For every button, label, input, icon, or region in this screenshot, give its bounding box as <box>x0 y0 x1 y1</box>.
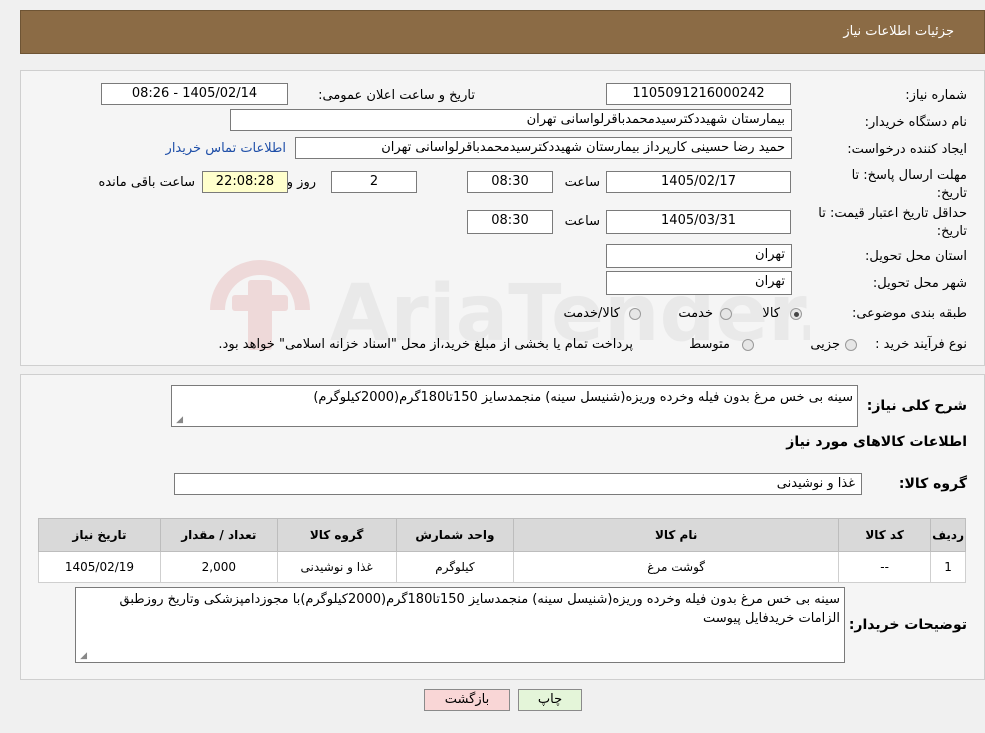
general-desc-text: سینه بی خس مرغ بدون فیله وخرده وریزه(شنی… <box>313 390 853 405</box>
remaining-time-field: 22:08:28 <box>202 171 288 193</box>
need-number-label: شماره نیاز: <box>905 88 967 103</box>
print-button[interactable]: چاپ <box>518 689 582 711</box>
cell-row-number: 1 <box>930 551 966 583</box>
buyer-contact-link[interactable]: اطلاعات تماس خریدار <box>166 141 286 156</box>
city-label: شهر محل تحویل: <box>872 276 967 291</box>
buyer-notes-textarea[interactable]: سینه بی خس مرغ بدون فیله وخرده وریزه(شنی… <box>75 587 845 663</box>
col-header-code: کد کالا <box>837 518 932 552</box>
resize-grip-icon[interactable]: ◢ <box>79 652 87 661</box>
announce-datetime-field: 1405/02/14 - 08:26 <box>101 83 288 105</box>
validity-time-field: 08:30 <box>467 210 553 234</box>
category-radio-goods-service[interactable] <box>629 308 641 320</box>
process-radio-minor[interactable] <box>845 339 857 351</box>
process-radio-medium[interactable] <box>742 339 754 351</box>
page-title: جزئیات اطلاعات نیاز <box>843 24 954 39</box>
buyer-org-field: بیمارستان شهیددکترسیدمحمدباقرلواسانی تهر… <box>230 109 792 131</box>
city-field: تهران <box>606 271 792 295</box>
back-button[interactable]: بازگشت <box>424 689 510 711</box>
col-header-unit: واحد شمارش <box>395 518 515 552</box>
cell-group: غذا و نوشیدنی <box>276 551 397 583</box>
province-label: استان محل تحویل: <box>865 249 967 264</box>
goods-group-label: گروه کالا: <box>898 476 967 492</box>
goods-group-field: غذا و نوشیدنی <box>174 473 862 495</box>
cell-need-date: 1405/02/19 <box>38 551 161 583</box>
buyer-notes-label: توضیحات خریدار: <box>848 617 967 633</box>
deadline-time-field: 08:30 <box>467 171 553 193</box>
col-header-group: گروه کالا <box>276 518 397 552</box>
cell-unit: کیلوگرم <box>395 551 515 583</box>
need-number-field: 1105091216000242 <box>606 83 791 105</box>
buyer-org-label: نام دستگاه خریدار: <box>864 115 967 130</box>
category-radio-service[interactable] <box>720 308 732 320</box>
creator-label: ایجاد کننده درخواست: <box>847 142 967 157</box>
general-desc-label: شرح کلی نیاز: <box>866 398 967 414</box>
cell-item-code: -- <box>837 551 932 583</box>
process-note: پرداخت تمام یا بخشی از مبلغ خرید،از محل … <box>218 337 633 352</box>
province-field: تهران <box>606 244 792 268</box>
deadline-label: مهلت ارسال پاسخ: تا تاریخ: <box>851 168 967 201</box>
validity-time-label: ساعت <box>564 214 600 229</box>
buyer-notes-text: سینه بی خس مرغ بدون فیله وخرده وریزه(شنی… <box>119 592 840 626</box>
category-label: طبقه بندی موضوعی: <box>851 306 967 321</box>
general-desc-textarea[interactable]: سینه بی خس مرغ بدون فیله وخرده وریزه(شنی… <box>171 385 858 427</box>
process-option-minor: جزیی <box>810 337 840 352</box>
remaining-time-label: ساعت باقی مانده <box>98 175 195 190</box>
days-remaining-field: 2 <box>331 171 417 193</box>
category-option-goods: کالا <box>762 306 780 321</box>
category-option-service: خدمت <box>678 306 713 321</box>
cell-item-name: گوشت مرغ <box>513 551 839 583</box>
process-label: نوع فرآیند خرید : <box>875 337 967 352</box>
col-header-quantity: تعداد / مقدار <box>159 518 278 552</box>
process-option-medium: متوسط <box>689 337 730 352</box>
validity-label: حداقل تاریخ اعتبار قیمت: تا تاریخ: <box>818 206 967 239</box>
creator-field: حمید رضا حسینی کارپرداز بیمارستان شهیددک… <box>295 137 792 159</box>
page-header: جزئیات اطلاعات نیاز <box>20 10 985 54</box>
validity-date-field: 1405/03/31 <box>606 210 791 234</box>
deadline-date-field: 1405/02/17 <box>606 171 791 193</box>
goods-info-title: اطلاعات کالاهای مورد نیاز <box>786 434 967 450</box>
col-header-need-date: تاریخ نیاز <box>38 518 161 552</box>
days-label: روز و <box>286 175 316 190</box>
col-header-name: نام کالا <box>513 518 839 552</box>
category-radio-goods[interactable] <box>790 308 802 320</box>
items-table-header: ردیف کد کالا نام کالا واحد شمارش گروه کا… <box>38 518 966 552</box>
deadline-time-label: ساعت <box>564 175 600 190</box>
items-table: ردیف کد کالا نام کالا واحد شمارش گروه کا… <box>38 518 966 583</box>
announce-label: تاریخ و ساعت اعلان عمومی: <box>318 88 475 103</box>
resize-grip-icon[interactable]: ◢ <box>175 416 183 425</box>
col-header-row: ردیف <box>930 518 966 552</box>
category-option-goods-service: کالا/خدمت <box>563 306 620 321</box>
table-row: 1 -- گوشت مرغ کیلوگرم غذا و نوشیدنی 2,00… <box>38 551 966 583</box>
cell-quantity: 2,000 <box>159 551 278 583</box>
